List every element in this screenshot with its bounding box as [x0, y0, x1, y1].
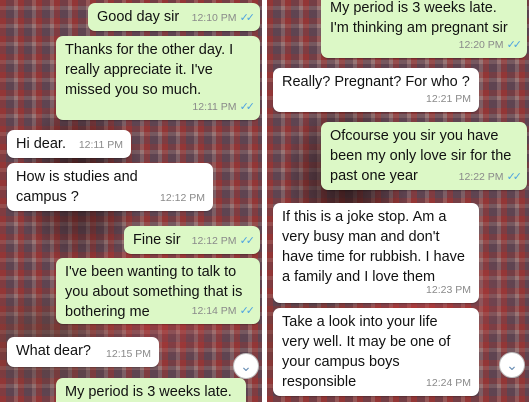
chat-panel-right: My period is 3 weeks late. I'm thinking … — [267, 0, 529, 402]
message-meta: 12:10 PM ✓✓ — [191, 12, 256, 24]
message-text: My period is 3 weeks late. — [65, 384, 232, 400]
message-text: Thanks for the other day. I really appre… — [65, 42, 234, 98]
message-outgoing[interactable]: Ofcourse you sir you have been my only l… — [321, 122, 527, 190]
message-meta: 12:23 PM — [426, 284, 471, 296]
read-receipt-icon: ✓✓ — [239, 305, 256, 317]
read-receipt-icon: ✓✓ — [239, 235, 256, 247]
message-incoming[interactable]: If this is a joke stop. Am a very busy m… — [273, 203, 479, 303]
message-text: If this is a joke stop. Am a very busy m… — [282, 209, 465, 285]
message-outgoing[interactable]: My period is 3 weeks late. I'm thinking … — [321, 0, 527, 58]
read-receipt-icon: ✓✓ — [239, 12, 256, 24]
read-receipt-icon: ✓✓ — [506, 39, 523, 51]
message-incoming[interactable]: What dear? 12:15 PM — [7, 337, 159, 367]
message-text: My period is 3 weeks late. I'm thinking … — [330, 0, 508, 36]
message-meta: 12:12 PM ✓✓ — [191, 235, 256, 247]
scroll-to-bottom-button[interactable]: ⌄ — [499, 352, 525, 378]
message-meta: 12:22 PM ✓✓ — [458, 171, 523, 183]
message-meta: 12:21 PM — [426, 93, 471, 105]
message-incoming[interactable]: How is studies and campus ? 12:12 PM — [7, 163, 213, 211]
message-meta: 12:24 PM — [426, 377, 471, 389]
message-outgoing[interactable]: Fine sir 12:12 PM ✓✓ — [124, 226, 260, 254]
message-incoming[interactable]: Take a look into your life very well. It… — [273, 308, 479, 396]
read-receipt-icon: ✓✓ — [239, 101, 256, 113]
chevron-down-icon: ⌄ — [506, 357, 518, 373]
read-receipt-icon: ✓✓ — [506, 171, 523, 183]
message-meta: 12:14 PM ✓✓ — [191, 305, 256, 317]
message-incoming[interactable]: Really? Pregnant? For who ? 12:21 PM — [273, 68, 479, 112]
message-meta: 12:11 PM — [78, 139, 123, 151]
message-meta: 12:11 PM ✓✓ — [192, 101, 256, 113]
message-outgoing[interactable]: I've been wanting to talk to you about s… — [56, 258, 260, 324]
message-text: How is studies and campus ? — [16, 169, 138, 205]
message-outgoing[interactable]: Good day sir 12:10 PM ✓✓ — [88, 3, 260, 31]
chat-panel-left: Good day sir 12:10 PM ✓✓ Thanks for the o… — [0, 0, 262, 402]
message-outgoing[interactable]: My period is 3 weeks late. — [56, 378, 246, 402]
message-meta: 12:20 PM ✓✓ — [458, 39, 523, 51]
chevron-down-icon: ⌄ — [240, 358, 252, 374]
message-incoming[interactable]: Hi dear. 12:11 PM — [7, 130, 131, 158]
message-meta: 12:12 PM — [160, 192, 205, 204]
scroll-to-bottom-button[interactable]: ⌄ — [233, 353, 259, 379]
message-meta: 12:15 PM — [106, 348, 151, 360]
message-outgoing[interactable]: Thanks for the other day. I really appre… — [56, 36, 260, 120]
